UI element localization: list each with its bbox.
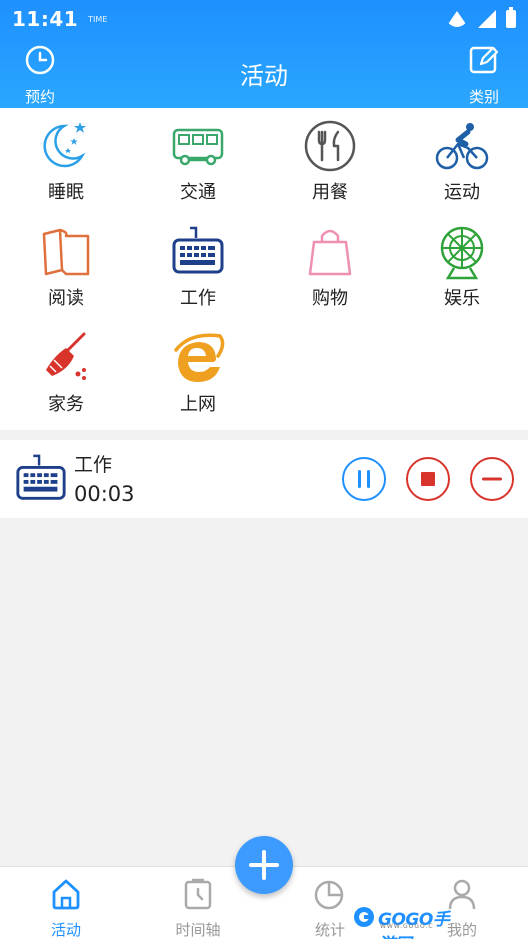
category-exercise[interactable]: 运动 <box>396 108 528 214</box>
keyboard-icon <box>16 454 66 500</box>
category-label: 娱乐 <box>444 288 480 309</box>
pie-chart-icon <box>314 880 344 910</box>
category-reading[interactable]: 阅读 <box>0 214 132 320</box>
category-entertainment[interactable]: 娱乐 <box>396 214 528 320</box>
watermark: GOGO手游网 WWW.GOGO.C <box>352 904 460 939</box>
category-label: 类别 <box>468 88 499 106</box>
tab-timeline[interactable]: 时间轴 <box>148 877 248 939</box>
category-dining[interactable]: 用餐 <box>264 108 396 214</box>
cyclist-icon <box>435 123 489 170</box>
ferris-wheel-icon <box>440 226 484 280</box>
status-time: 11:41 <box>12 7 79 31</box>
remove-button[interactable] <box>470 457 514 501</box>
category-label: 购物 <box>312 288 348 309</box>
tab-label: 活动 <box>50 921 81 939</box>
stop-button[interactable] <box>406 457 450 501</box>
category-label: 交通 <box>180 182 216 203</box>
timeline-icon <box>184 878 212 910</box>
stop-icon <box>421 472 435 486</box>
category-shopping[interactable]: 购物 <box>264 214 396 320</box>
category-button[interactable]: 类别 <box>449 44 519 107</box>
add-activity-button[interactable] <box>235 836 293 894</box>
plus-icon <box>249 850 279 880</box>
home-icon <box>52 879 80 910</box>
category-sleep[interactable]: 睡眠 <box>0 108 132 214</box>
category-internet[interactable]: 上网 <box>132 320 264 426</box>
fork-knife-icon <box>304 120 356 172</box>
category-label: 阅读 <box>48 288 84 309</box>
status-bar: 11:41 TIME <box>12 6 516 32</box>
app-header: 11:41 TIME 预约 活动 类别 <box>0 0 528 108</box>
category-label: 上网 <box>180 394 216 415</box>
watermark-sub: WWW.GOGO.C <box>380 923 434 930</box>
bus-icon <box>172 128 224 166</box>
battery-icon <box>506 7 516 28</box>
category-grid: 睡眠 交通 用餐 运动 阅读 工作 购物 娱乐 家务 上网 <box>0 108 528 430</box>
edit-icon <box>469 46 499 74</box>
category-housework[interactable]: 家务 <box>0 320 132 426</box>
category-label: 用餐 <box>312 182 348 203</box>
wifi-icon <box>446 11 468 27</box>
category-label: 家务 <box>48 394 84 415</box>
tab-label: 时间轴 <box>175 921 221 939</box>
pause-button[interactable] <box>342 457 386 501</box>
minus-icon <box>482 477 502 481</box>
broom-icon <box>46 332 86 380</box>
category-work[interactable]: 工作 <box>132 214 264 320</box>
activity-timer: 00:03 <box>74 482 135 506</box>
keyboard-icon <box>172 226 224 274</box>
category-label: 运动 <box>444 182 480 203</box>
activity-name: 工作 <box>74 454 113 476</box>
tab-activity[interactable]: 活动 <box>16 877 116 939</box>
watermark-text: GOGO手游网 <box>378 910 450 939</box>
status-icons <box>446 7 516 28</box>
internet-explorer-icon <box>174 333 225 382</box>
status-tag: TIME <box>88 14 108 24</box>
category-transport[interactable]: 交通 <box>132 108 264 214</box>
shopping-bag-icon <box>308 229 352 276</box>
active-activity-row[interactable]: 工作 00:03 <box>0 440 528 518</box>
category-label: 工作 <box>180 288 216 309</box>
signal-icon <box>478 10 496 28</box>
book-icon <box>42 228 90 276</box>
category-label: 睡眠 <box>48 182 84 203</box>
pause-icon <box>358 470 370 488</box>
moon-stars-icon <box>43 122 86 168</box>
gogo-logo-icon <box>354 907 374 927</box>
